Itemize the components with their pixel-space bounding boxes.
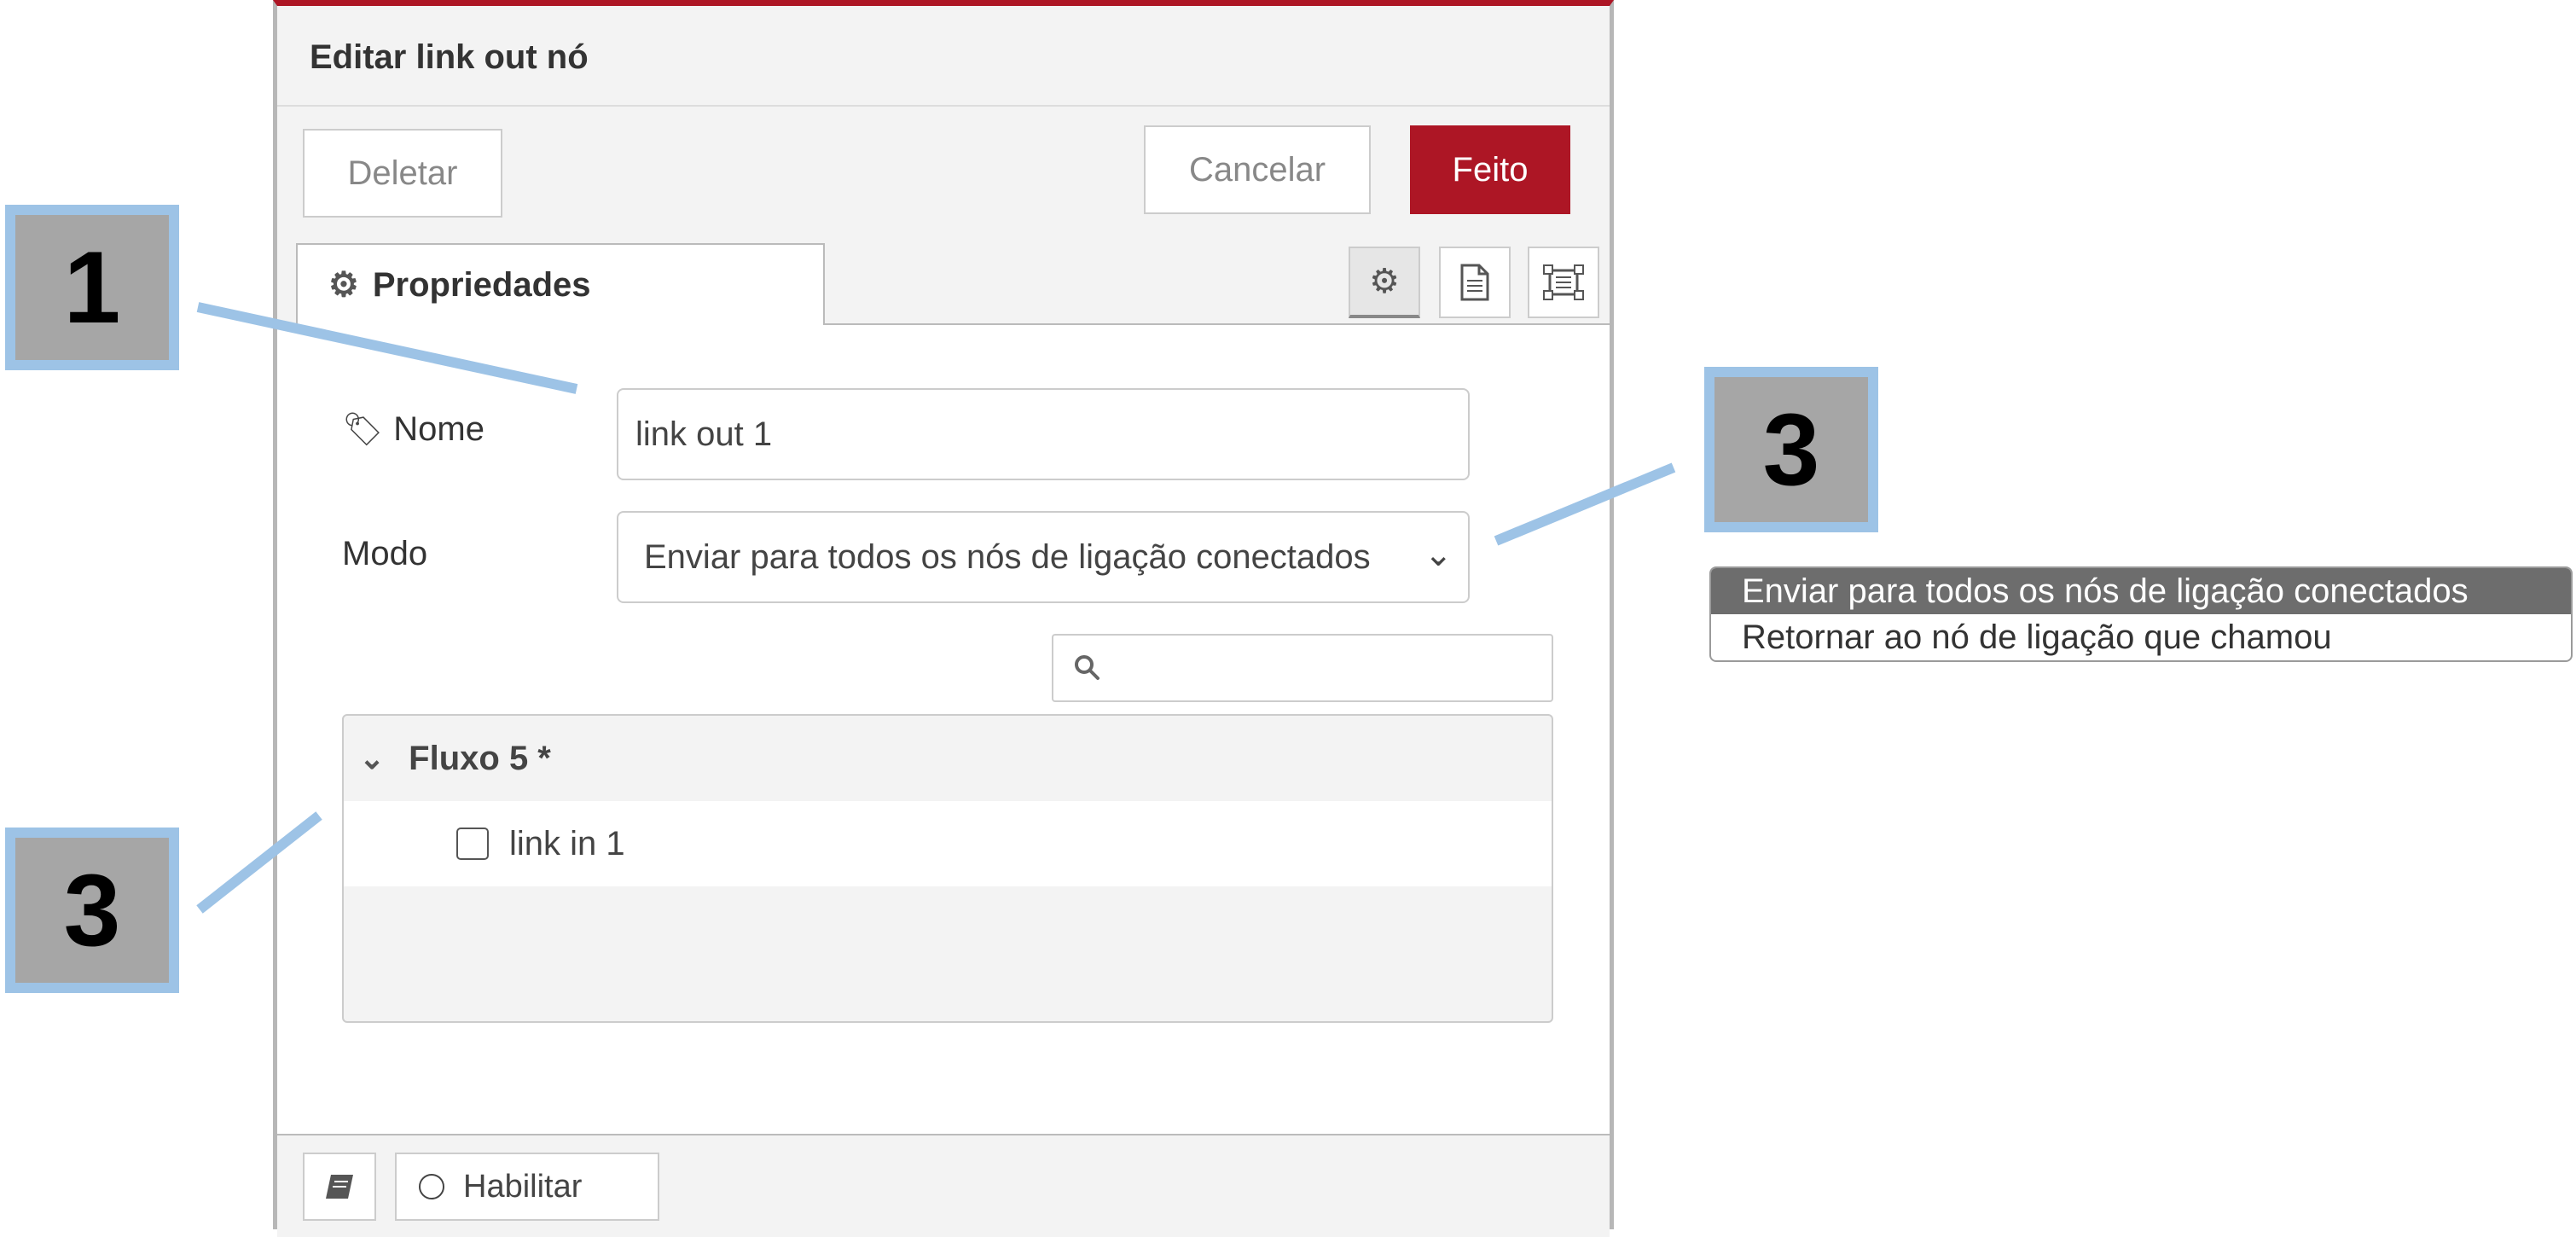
callout-3-right: 3 bbox=[1704, 367, 1878, 532]
callout-line-2 bbox=[1494, 462, 1676, 546]
callout-line-1 bbox=[196, 302, 578, 394]
dropdown-option[interactable]: Enviar para todos os nós de ligação cone… bbox=[1711, 568, 2571, 614]
callout-1: 1 bbox=[5, 205, 179, 370]
callout-3-left: 3 bbox=[5, 828, 179, 993]
mode-dropdown-list: Enviar para todos os nós de ligação cone… bbox=[1709, 566, 2573, 662]
callout-line-3 bbox=[196, 811, 322, 914]
dropdown-option[interactable]: Retornar ao nó de ligação que chamou bbox=[1711, 614, 2571, 660]
